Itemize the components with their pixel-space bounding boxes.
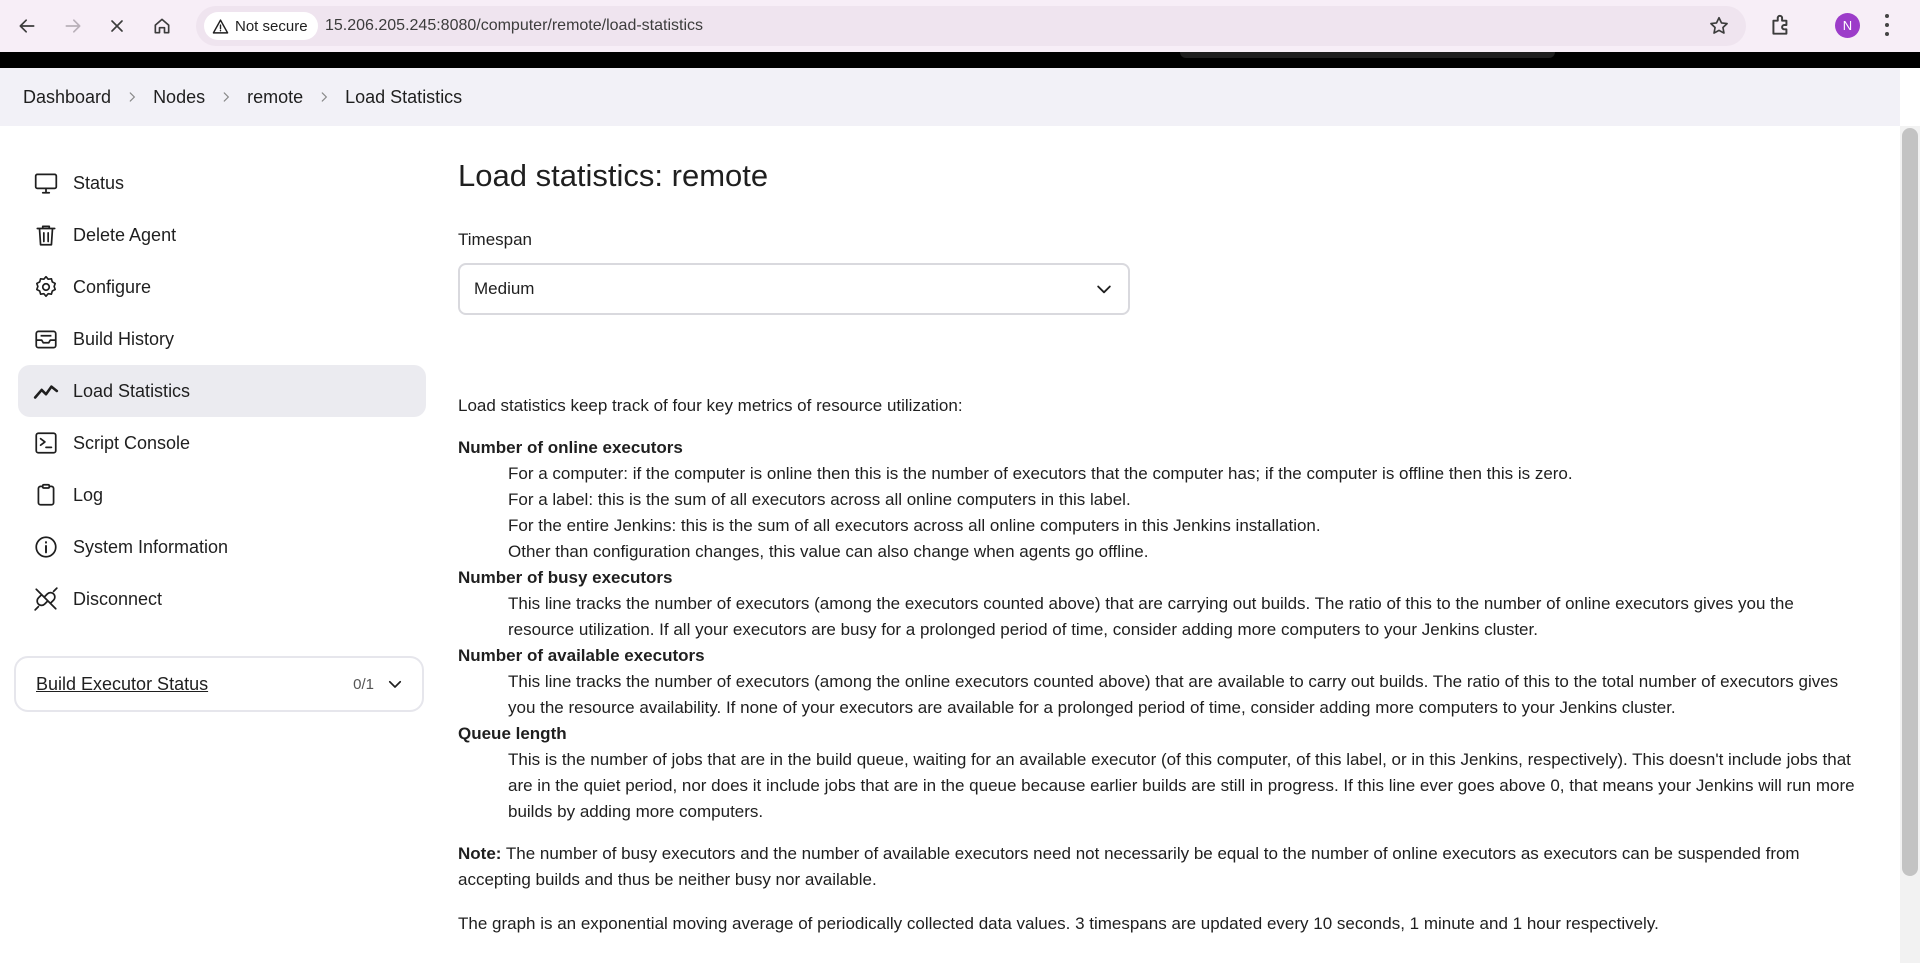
- bookmark-star-icon[interactable]: [1708, 15, 1730, 37]
- sidebar-item-label: Status: [73, 172, 125, 193]
- sidebar-item-build-history[interactable]: Build History: [18, 313, 426, 365]
- note-label: Note:: [458, 844, 502, 863]
- metric-line: This is the number of jobs that are in t…: [508, 750, 1855, 821]
- build-executor-status-panel[interactable]: Build Executor Status 0/1: [14, 656, 424, 712]
- sidebar-item-label: System Information: [73, 536, 229, 557]
- security-indicator[interactable]: Not secure: [204, 12, 318, 40]
- metric-line: This line tracks the number of executors…: [508, 594, 1794, 639]
- trash-icon: [32, 221, 60, 249]
- back-icon[interactable]: [11, 10, 43, 42]
- executor-count: 0/1: [353, 675, 374, 693]
- timespan-select[interactable]: Medium: [458, 263, 1130, 315]
- sidebar-item-label: Build History: [73, 328, 175, 349]
- sidebar-item-label: Disconnect: [73, 588, 163, 609]
- sidebar-item-label: Load Statistics: [73, 380, 191, 401]
- sidebar-item-label: Script Console: [73, 432, 191, 453]
- sidebar-item-label: Log: [73, 484, 104, 505]
- url-text[interactable]: 15.206.205.245:8080/computer/remote/load…: [325, 17, 703, 35]
- trend-line-icon: [32, 377, 60, 405]
- unplug-icon: [32, 585, 60, 613]
- jenkins-header: [0, 52, 1920, 68]
- browser-toolbar: Not secure 15.206.205.245:8080/computer/…: [0, 0, 1920, 52]
- breadcrumb-nodes[interactable]: Nodes: [153, 87, 205, 108]
- sidebar-item-delete-agent[interactable]: Delete Agent: [18, 209, 426, 261]
- monitor-icon: [32, 169, 60, 197]
- metric-term: Number of available executors: [458, 646, 705, 665]
- warning-icon: [212, 18, 229, 34]
- home-icon[interactable]: [146, 10, 178, 42]
- browser-menu-icon[interactable]: [1884, 14, 1890, 36]
- breadcrumb-load-statistics[interactable]: Load Statistics: [345, 87, 462, 108]
- metric-description: This line tracks the number of executors…: [508, 591, 1858, 643]
- sidebar-item-label: Delete Agent: [73, 224, 177, 245]
- graph-explanation: The graph is an exponential moving avera…: [458, 914, 1659, 933]
- metric-line: This line tracks the number of executors…: [508, 672, 1839, 717]
- metric-line: Other than configuration changes, this v…: [508, 542, 1149, 561]
- metric-line: For the entire Jenkins: this is the sum …: [508, 516, 1321, 535]
- terminal-icon: [32, 429, 60, 457]
- metric-term: Number of busy executors: [458, 568, 673, 587]
- stop-loading-icon[interactable]: [101, 10, 133, 42]
- sidebar-item-log[interactable]: Log: [18, 469, 426, 521]
- security-label: Not secure: [235, 17, 308, 35]
- info-icon: [32, 533, 60, 561]
- chevron-right-icon: [205, 90, 247, 104]
- inbox-icon: [32, 325, 60, 353]
- timespan-label: Timespan: [458, 230, 533, 249]
- metrics-list: Number of online executors For a compute…: [458, 435, 1858, 825]
- metric-line: For a computer: if the computer is onlin…: [508, 464, 1573, 483]
- forward-icon[interactable]: [57, 10, 89, 42]
- scrollbar-thumb[interactable]: [1902, 128, 1918, 876]
- chevron-down-icon[interactable]: [386, 675, 404, 693]
- chevron-right-icon: [111, 90, 153, 104]
- address-bar[interactable]: Not secure 15.206.205.245:8080/computer/…: [196, 6, 1746, 46]
- note-paragraph: Note: The number of busy executors and t…: [458, 841, 1858, 893]
- clipboard-icon: [32, 481, 60, 509]
- sidebar-item-load-statistics[interactable]: Load Statistics: [18, 365, 426, 417]
- metric-term: Queue length: [458, 724, 567, 743]
- breadcrumb-dashboard[interactable]: Dashboard: [23, 87, 111, 108]
- metric-description: This is the number of jobs that are in t…: [508, 747, 1858, 825]
- gear-icon: [32, 273, 60, 301]
- metric-line: For a label: this is the sum of all exec…: [508, 490, 1131, 509]
- sidebar-item-disconnect[interactable]: Disconnect: [18, 573, 426, 625]
- metric-description: This line tracks the number of executors…: [508, 669, 1858, 721]
- breadcrumb-remote[interactable]: remote: [247, 87, 303, 108]
- sidebar-item-label: Configure: [73, 276, 152, 297]
- sidebar-item-status[interactable]: Status: [18, 157, 426, 209]
- intro-text: Load statistics keep track of four key m…: [458, 396, 963, 415]
- page-title: Load statistics: remote: [458, 158, 769, 193]
- build-executor-status-link[interactable]: Build Executor Status: [36, 674, 353, 695]
- chevron-down-icon: [1097, 285, 1111, 294]
- profile-avatar[interactable]: N: [1835, 13, 1860, 38]
- chevron-right-icon: [303, 90, 345, 104]
- sidebar-item-script-console[interactable]: Script Console: [18, 417, 426, 469]
- sidebar: Status Delete Agent Configure Build Hist…: [18, 157, 426, 625]
- breadcrumb: Dashboard Nodes remote Load Statistics: [0, 68, 1900, 126]
- sidebar-item-configure[interactable]: Configure: [18, 261, 426, 313]
- metric-term: Number of online executors: [458, 438, 683, 457]
- load-statistics-description: Load statistics keep track of four key m…: [458, 393, 1858, 937]
- note-text: The number of busy executors and the num…: [458, 844, 1800, 889]
- sidebar-item-system-information[interactable]: System Information: [18, 521, 426, 573]
- metric-description: For a computer: if the computer is onlin…: [508, 461, 1858, 565]
- timespan-selected-value: Medium: [474, 279, 535, 298]
- extensions-icon[interactable]: [1768, 12, 1794, 38]
- search-box-edge: [1180, 52, 1555, 58]
